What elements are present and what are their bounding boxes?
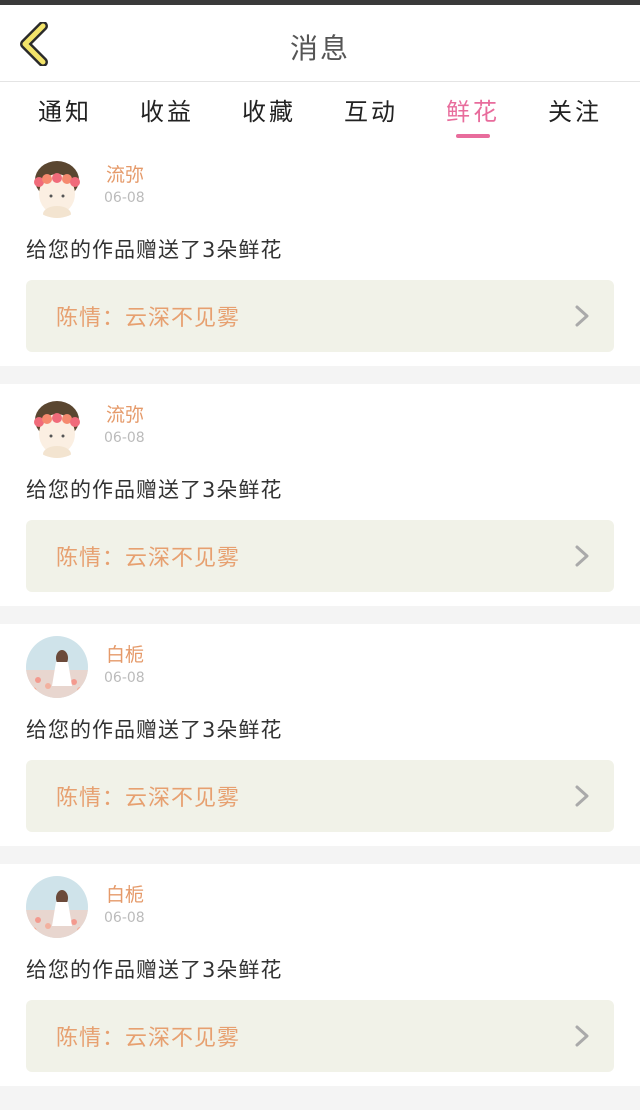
chevron-right-icon xyxy=(575,305,589,327)
flower-crown-avatar-icon xyxy=(26,156,88,218)
tab-earnings[interactable]: 收益 xyxy=(116,82,218,144)
list-item: 流弥 06-08 给您的作品赠送了3朵鲜花 陈情：云深不见雾 xyxy=(0,384,640,606)
tab-bar: 通知 收益 收藏 互动 鲜花 关注 xyxy=(0,82,640,144)
tab-label: 互动 xyxy=(344,98,398,126)
tab-label: 收益 xyxy=(140,98,194,126)
girl-in-field-avatar-icon xyxy=(26,636,88,698)
tab-notifications[interactable]: 通知 xyxy=(14,82,116,144)
chevron-right-icon xyxy=(575,1025,589,1047)
tab-label: 鲜花 xyxy=(446,98,500,126)
work-title: 陈情：云深不见雾 xyxy=(56,306,241,331)
username[interactable]: 流弥 xyxy=(106,400,144,427)
chevron-right-icon xyxy=(575,545,589,567)
message-text: 给您的作品赠送了3朵鲜花 xyxy=(26,478,283,502)
avatar[interactable] xyxy=(26,156,88,218)
message-date: 06-08 xyxy=(104,910,145,926)
tab-label: 关注 xyxy=(548,98,602,126)
list-item: 流弥 06-08 给您的作品赠送了3朵鲜花 陈情：云深不见雾 xyxy=(0,144,640,366)
tab-flowers[interactable]: 鲜花 xyxy=(422,82,524,144)
message-text: 给您的作品赠送了3朵鲜花 xyxy=(26,238,283,262)
message-date: 06-08 xyxy=(104,190,145,206)
message-text: 给您的作品赠送了3朵鲜花 xyxy=(26,958,283,982)
page-title: 消息 xyxy=(289,32,350,65)
work-title: 陈情：云深不见雾 xyxy=(56,786,241,811)
work-link[interactable]: 陈情：云深不见雾 xyxy=(26,520,614,592)
list-item: 白栀 06-08 给您的作品赠送了3朵鲜花 陈情：云深不见雾 xyxy=(0,864,640,1086)
chevron-right-icon xyxy=(575,785,589,807)
tab-interactions[interactable]: 互动 xyxy=(320,82,422,144)
girl-in-field-avatar-icon xyxy=(26,876,88,938)
work-link[interactable]: 陈情：云深不见雾 xyxy=(26,1000,614,1072)
message-text: 给您的作品赠送了3朵鲜花 xyxy=(26,718,283,742)
work-link[interactable]: 陈情：云深不见雾 xyxy=(26,280,614,352)
username[interactable]: 白栀 xyxy=(106,640,144,667)
tab-label: 收藏 xyxy=(242,98,296,126)
message-list: 流弥 06-08 给您的作品赠送了3朵鲜花 陈情：云深不见雾 流弥 06-08 xyxy=(0,144,640,1086)
username[interactable]: 白栀 xyxy=(106,880,144,907)
message-date: 06-08 xyxy=(104,430,145,446)
list-item: 白栀 06-08 给您的作品赠送了3朵鲜花 陈情：云深不见雾 xyxy=(0,624,640,846)
work-title: 陈情：云深不见雾 xyxy=(56,1026,241,1051)
avatar[interactable] xyxy=(26,396,88,458)
work-link[interactable]: 陈情：云深不见雾 xyxy=(26,760,614,832)
tab-favorites[interactable]: 收藏 xyxy=(218,82,320,144)
username[interactable]: 流弥 xyxy=(106,160,144,187)
tab-following[interactable]: 关注 xyxy=(524,82,626,144)
top-bar: 消息 xyxy=(0,5,640,82)
message-date: 06-08 xyxy=(104,670,145,686)
avatar[interactable] xyxy=(26,636,88,698)
active-tab-indicator xyxy=(456,134,490,138)
avatar[interactable] xyxy=(26,876,88,938)
flower-crown-avatar-icon xyxy=(26,396,88,458)
tab-label: 通知 xyxy=(38,98,92,126)
work-title: 陈情：云深不见雾 xyxy=(56,546,241,571)
